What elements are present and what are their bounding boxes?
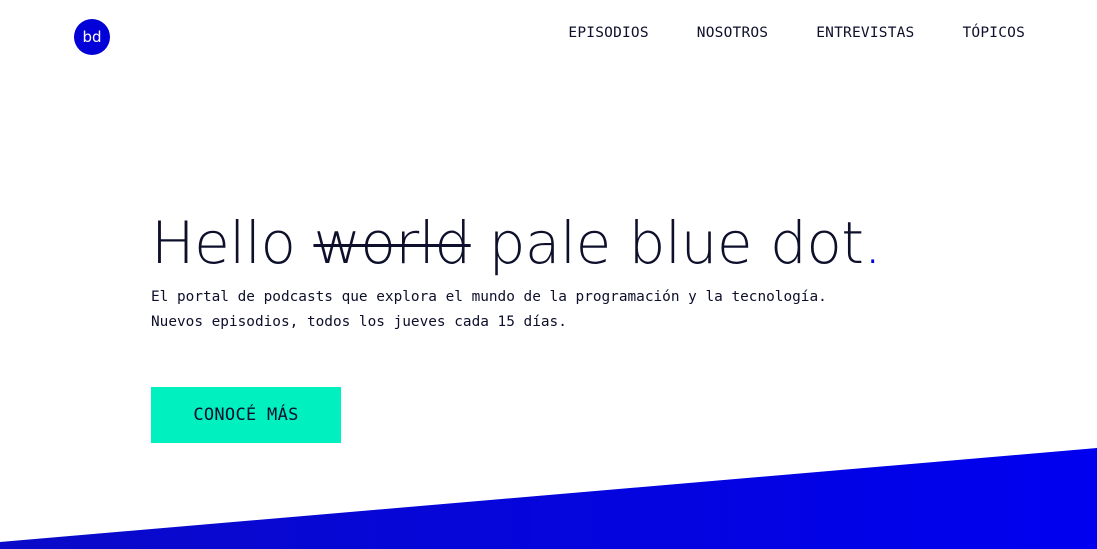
hero-headline: Hello world pale blue dot.	[151, 205, 882, 281]
nav-link-nosotros[interactable]: NOSOTROS	[697, 24, 768, 42]
headline-end: pale blue dot	[470, 209, 864, 277]
blue-wave-shape	[0, 448, 1097, 549]
nav-link-episodios[interactable]: EPISODIOS	[568, 24, 648, 42]
main-nav: EPISODIOS NOSOTROS ENTREVISTAS TÓPICOS	[520, 24, 1025, 42]
nav-link-entrevistas[interactable]: ENTREVISTAS	[816, 24, 914, 42]
cta-button[interactable]: CONOCÉ MÁS	[151, 387, 341, 443]
headline-start: Hello	[151, 209, 314, 277]
hero-section: Hello world pale blue dot. El portal de …	[151, 205, 882, 335]
logo-badge[interactable]: bd	[74, 19, 110, 55]
headline-struck-word: world	[313, 209, 471, 277]
nav-link-topicos[interactable]: TÓPICOS	[962, 24, 1025, 42]
headline-dot: .	[863, 209, 882, 277]
hero-subtitle: El portal de podcasts que explora el mun…	[151, 289, 827, 330]
